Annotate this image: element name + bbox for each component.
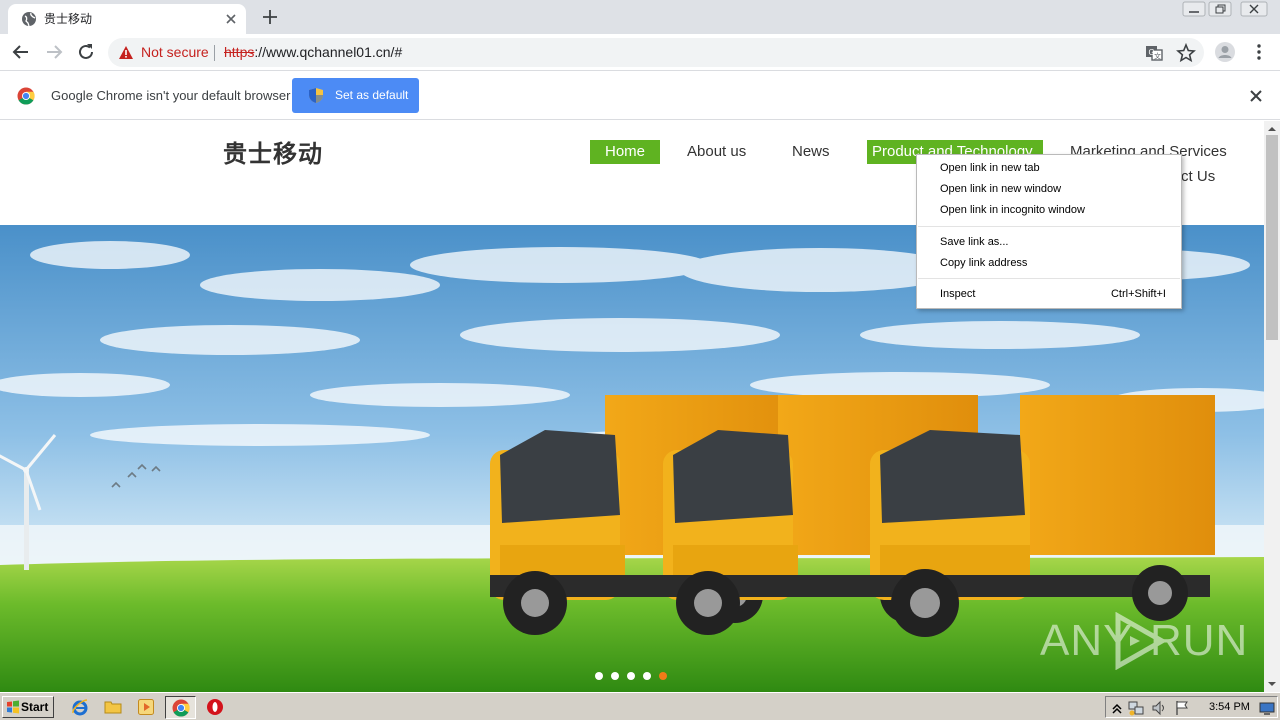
menu-separator	[918, 278, 1180, 279]
reload-icon[interactable]	[75, 41, 97, 63]
minimize-icon[interactable]	[1182, 1, 1206, 17]
security-status[interactable]: Not secure	[141, 44, 209, 61]
plus-icon[interactable]	[259, 6, 281, 28]
screen: { "browser": { "tab": { "title": "贵士移动",…	[0, 0, 1280, 720]
media-player-icon[interactable]	[137, 698, 155, 716]
translate-icon[interactable]: G 文	[1143, 42, 1165, 64]
page-scrollbar[interactable]	[1264, 121, 1280, 692]
slider-dot[interactable]	[595, 672, 603, 680]
url-text[interactable]: https://www.qchannel01.cn/#	[224, 44, 402, 61]
chrome-icon	[17, 87, 35, 105]
svg-text:文: 文	[1154, 52, 1161, 61]
restore-icon[interactable]	[1208, 1, 1232, 17]
volume-icon[interactable]	[1151, 700, 1167, 716]
star-icon[interactable]	[1175, 42, 1197, 64]
clock[interactable]: 3:54 PM	[1209, 701, 1250, 714]
infobar-message: Google Chrome isn't your default browser	[51, 88, 291, 103]
menu-item-label: Save link as...	[940, 236, 1009, 248]
browser-toolbar: Not secure https://www.qchannel01.cn/# G…	[0, 34, 1280, 71]
network-icon[interactable]	[1128, 700, 1144, 716]
avatar-icon[interactable]	[1214, 41, 1236, 63]
chrome-icon	[172, 699, 190, 717]
start-button[interactable]: Start	[2, 696, 54, 718]
scroll-down-icon[interactable]	[1267, 680, 1277, 688]
slider-dot-active[interactable]	[659, 672, 667, 680]
menu-inspect[interactable]: Inspect Ctrl+Shift+I	[917, 284, 1181, 305]
taskbar-chrome-button[interactable]	[165, 696, 196, 719]
url-scheme: https	[224, 44, 255, 60]
menu-item-label: Inspect	[940, 288, 976, 300]
default-browser-infobar: Google Chrome isn't your default browser…	[0, 72, 1280, 120]
scrollbar-thumb[interactable]	[1266, 135, 1278, 340]
menu-open-new-window[interactable]: Open link in new window	[917, 179, 1181, 200]
nav-home[interactable]: Home	[590, 140, 660, 164]
watermark-right: RUN	[1150, 616, 1249, 665]
menu-open-incognito[interactable]: Open link in incognito window	[917, 200, 1181, 221]
close-icon[interactable]	[1247, 87, 1265, 105]
browser-tab[interactable]: 贵士移动	[8, 4, 246, 34]
folder-icon[interactable]	[104, 698, 122, 716]
globe-icon	[22, 12, 36, 27]
set-as-default-button[interactable]: Set as default	[292, 78, 419, 113]
nav-about-us[interactable]: About us	[687, 140, 746, 164]
expand-tray-icon[interactable]	[1109, 700, 1125, 716]
arrow-right-icon[interactable]	[43, 41, 65, 63]
windows-flag-icon	[7, 700, 19, 714]
flag-icon[interactable]	[1174, 700, 1190, 716]
slider-dot[interactable]	[643, 672, 651, 680]
warning-icon	[119, 46, 133, 59]
url-host: ://www.qchannel01.cn/#	[254, 44, 403, 60]
kebab-menu-icon[interactable]	[1248, 41, 1270, 63]
slider-dot[interactable]	[611, 672, 619, 680]
start-label: Start	[21, 700, 49, 714]
menu-item-label: Open link in new tab	[940, 162, 1040, 174]
menu-open-new-tab[interactable]: Open link in new tab	[917, 158, 1181, 179]
opera-icon[interactable]	[206, 698, 224, 716]
menu-item-label: Open link in new window	[940, 183, 1062, 195]
windows-taskbar: Start 3:54 PM	[0, 692, 1280, 720]
menu-copy-link-address[interactable]: Copy link address	[917, 253, 1181, 274]
internet-explorer-icon[interactable]	[71, 698, 89, 716]
menu-item-label: Open link in incognito window	[940, 204, 1085, 216]
arrow-left-icon[interactable]	[10, 41, 32, 63]
menu-item-label: Copy link address	[940, 257, 1028, 269]
omnibox-divider	[214, 45, 215, 61]
monitor-icon[interactable]	[1259, 700, 1275, 716]
close-icon[interactable]	[222, 10, 240, 28]
menu-save-link-as[interactable]: Save link as...	[917, 232, 1181, 253]
site-logo[interactable]: 贵士移动	[223, 139, 323, 169]
window-close-icon[interactable]	[1240, 1, 1268, 17]
anyrun-watermark: ANY RUN	[1040, 610, 1247, 672]
system-tray: 3:54 PM	[1105, 696, 1278, 718]
slider-dot[interactable]	[627, 672, 635, 680]
context-menu: Open link in new tab Open link in new wi…	[916, 154, 1182, 309]
set-as-default-label: Set as default	[335, 88, 409, 102]
scroll-up-icon[interactable]	[1267, 125, 1277, 133]
tab-strip: 贵士移动	[0, 0, 1280, 34]
nav-news[interactable]: News	[792, 140, 830, 164]
uac-shield-icon	[309, 88, 323, 103]
tab-title: 贵士移动	[44, 12, 93, 26]
menu-separator	[918, 226, 1180, 227]
address-bar[interactable]: Not secure https://www.qchannel01.cn/# G…	[108, 38, 1204, 67]
menu-item-shortcut: Ctrl+Shift+I	[1110, 288, 1166, 300]
